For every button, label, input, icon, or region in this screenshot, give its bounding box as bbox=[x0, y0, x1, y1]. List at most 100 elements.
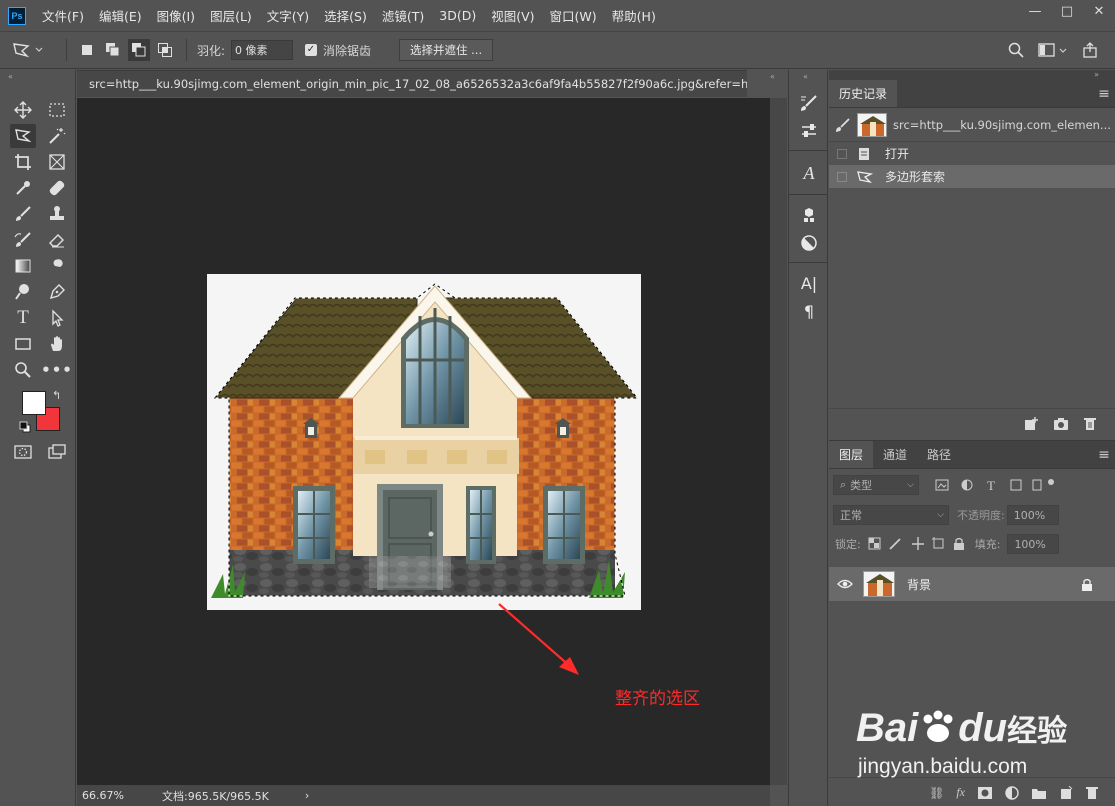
trash-icon[interactable] bbox=[1085, 786, 1099, 800]
select-and-mask-button[interactable]: 选择并遮住 ... bbox=[399, 39, 494, 61]
menu-window[interactable]: 窗口(W) bbox=[550, 6, 597, 25]
clone-stamp-tool[interactable] bbox=[44, 202, 70, 226]
tab-history[interactable]: 历史记录 bbox=[829, 80, 898, 107]
lock-options-icons[interactable] bbox=[868, 537, 968, 551]
history-state-polygonal-lasso[interactable]: 多边形套索 bbox=[829, 165, 1115, 188]
history-source-checkbox[interactable] bbox=[837, 148, 847, 159]
folder-icon[interactable] bbox=[1031, 786, 1047, 800]
crop-tool[interactable] bbox=[10, 150, 36, 174]
eraser-tool[interactable] bbox=[44, 228, 70, 252]
gradient-tool[interactable] bbox=[10, 254, 36, 278]
document-tab[interactable]: src=http___ku.90sjimg.com_element_origin… bbox=[77, 70, 747, 97]
character-button[interactable]: A| bbox=[796, 272, 822, 294]
menu-help[interactable]: 帮助(H) bbox=[612, 6, 656, 25]
menu-3d[interactable]: 3D(D) bbox=[439, 8, 476, 23]
fx-icon[interactable]: fx bbox=[956, 785, 965, 800]
polygonal-lasso-tool[interactable] bbox=[10, 124, 36, 148]
more-tools[interactable]: ••• bbox=[41, 358, 72, 382]
collapse-toolbar-icon[interactable]: « bbox=[8, 72, 13, 81]
screen-mode-button[interactable] bbox=[44, 440, 70, 464]
tool-preset-picker[interactable] bbox=[10, 32, 44, 68]
status-menu-arrow[interactable]: › bbox=[305, 789, 309, 802]
healing-brush-tool[interactable] bbox=[44, 176, 70, 200]
menu-view[interactable]: 视图(V) bbox=[491, 6, 534, 25]
opacity-input[interactable]: 100% bbox=[1006, 505, 1059, 525]
tab-channels[interactable]: 通道 bbox=[873, 441, 917, 468]
swap-colors-icon[interactable]: ↰ bbox=[52, 389, 61, 402]
search-icon[interactable] bbox=[1008, 42, 1024, 58]
menu-type[interactable]: 文字(Y) bbox=[267, 6, 309, 25]
move-tool[interactable] bbox=[10, 98, 36, 122]
type-tool[interactable]: T bbox=[10, 306, 36, 330]
menu-file[interactable]: 文件(F) bbox=[42, 6, 84, 25]
collapse-right-dock-icon[interactable]: » bbox=[829, 70, 1115, 80]
history-menu-icon[interactable]: ≡ bbox=[1093, 80, 1115, 107]
3d-button[interactable] bbox=[796, 204, 822, 226]
adjustment-layer-icon[interactable] bbox=[1005, 785, 1019, 800]
menu-image[interactable]: 图像(I) bbox=[157, 6, 195, 25]
layer-row-background[interactable]: 背景 bbox=[829, 567, 1115, 601]
add-to-selection-button[interactable] bbox=[102, 39, 124, 61]
new-layer-icon[interactable] bbox=[1059, 785, 1073, 800]
share-icon[interactable] bbox=[1082, 42, 1098, 58]
layers-menu-icon[interactable]: ≡ bbox=[1093, 441, 1115, 468]
camera-icon[interactable] bbox=[1053, 417, 1069, 431]
history-brush-tool[interactable] bbox=[10, 228, 36, 252]
quick-mask-button[interactable] bbox=[10, 440, 36, 464]
frame-tool[interactable] bbox=[44, 150, 70, 174]
eye-icon[interactable] bbox=[837, 578, 853, 590]
expand-panels-icon[interactable]: « bbox=[803, 72, 808, 81]
document-canvas[interactable] bbox=[77, 98, 770, 785]
link-layers-icon[interactable]: ⛓ bbox=[929, 786, 944, 800]
rectangle-tool[interactable] bbox=[10, 332, 36, 356]
vertical-scrollbar[interactable] bbox=[770, 98, 787, 785]
new-selection-button[interactable] bbox=[76, 39, 98, 61]
fill-input[interactable]: 100% bbox=[1007, 534, 1060, 554]
blend-mode-select[interactable]: 正常 ⌵ bbox=[833, 505, 949, 525]
maximize-button[interactable]: □ bbox=[1051, 0, 1083, 22]
menu-edit[interactable]: 编辑(E) bbox=[99, 6, 142, 25]
menu-layer[interactable]: 图层(L) bbox=[210, 6, 252, 25]
minimize-button[interactable]: — bbox=[1019, 0, 1051, 22]
dodge-tool[interactable] bbox=[10, 280, 36, 304]
zoom-level[interactable]: 66.67% bbox=[82, 789, 152, 802]
trash-icon[interactable] bbox=[1083, 417, 1097, 431]
menu-select[interactable]: 选择(S) bbox=[324, 6, 367, 25]
tab-paths[interactable]: 路径 bbox=[917, 441, 961, 468]
paw-logo-icon bbox=[923, 710, 953, 742]
brush-tool[interactable] bbox=[10, 202, 36, 226]
hand-tool[interactable] bbox=[44, 332, 70, 356]
path-selection-tool[interactable] bbox=[44, 306, 70, 330]
magic-wand-tool[interactable] bbox=[44, 124, 70, 148]
marquee-tool[interactable] bbox=[44, 98, 70, 122]
history-source-checkbox[interactable] bbox=[837, 171, 847, 182]
adjustments-button[interactable] bbox=[796, 120, 822, 142]
smudge-tool[interactable] bbox=[44, 254, 70, 278]
default-colors-icon[interactable] bbox=[19, 421, 31, 436]
canvas-area[interactable]: 整齐的选区 bbox=[77, 98, 770, 785]
brush-settings-button[interactable] bbox=[796, 92, 822, 114]
tab-layers[interactable]: 图层 bbox=[829, 441, 874, 468]
antialias-checkbox[interactable]: ✓ bbox=[305, 44, 317, 56]
workspace-switcher-icon[interactable] bbox=[1038, 42, 1068, 58]
subtract-from-selection-button[interactable] bbox=[128, 39, 150, 61]
intersect-selection-button[interactable] bbox=[154, 39, 176, 61]
foreground-color-swatch[interactable] bbox=[22, 391, 46, 415]
feather-input[interactable]: 0 像素 bbox=[231, 40, 294, 60]
layer-filter-kind[interactable]: ⌕ 类型 ⌵ bbox=[833, 475, 919, 495]
layer-filter-icons[interactable]: T bbox=[935, 477, 1055, 493]
collapse-panels-icon[interactable]: « bbox=[770, 72, 775, 81]
glyphs-button[interactable]: A bbox=[796, 162, 822, 184]
search-icon: ⌕ bbox=[840, 478, 847, 491]
eyedropper-tool[interactable] bbox=[10, 176, 36, 200]
paragraph-button[interactable]: ¶ bbox=[796, 300, 822, 322]
pen-tool[interactable] bbox=[44, 280, 70, 304]
new-document-from-state-icon[interactable] bbox=[1023, 416, 1039, 431]
history-snapshot[interactable]: src=http___ku.90sjimg.com_elemen... bbox=[829, 108, 1115, 142]
close-button[interactable]: ✕ bbox=[1083, 0, 1115, 22]
zoom-tool[interactable] bbox=[10, 358, 36, 382]
menu-filter[interactable]: 滤镜(T) bbox=[382, 6, 424, 25]
history-state-open[interactable]: 打开 bbox=[829, 142, 1115, 165]
add-mask-icon[interactable] bbox=[977, 786, 993, 800]
properties-button[interactable] bbox=[796, 232, 822, 254]
